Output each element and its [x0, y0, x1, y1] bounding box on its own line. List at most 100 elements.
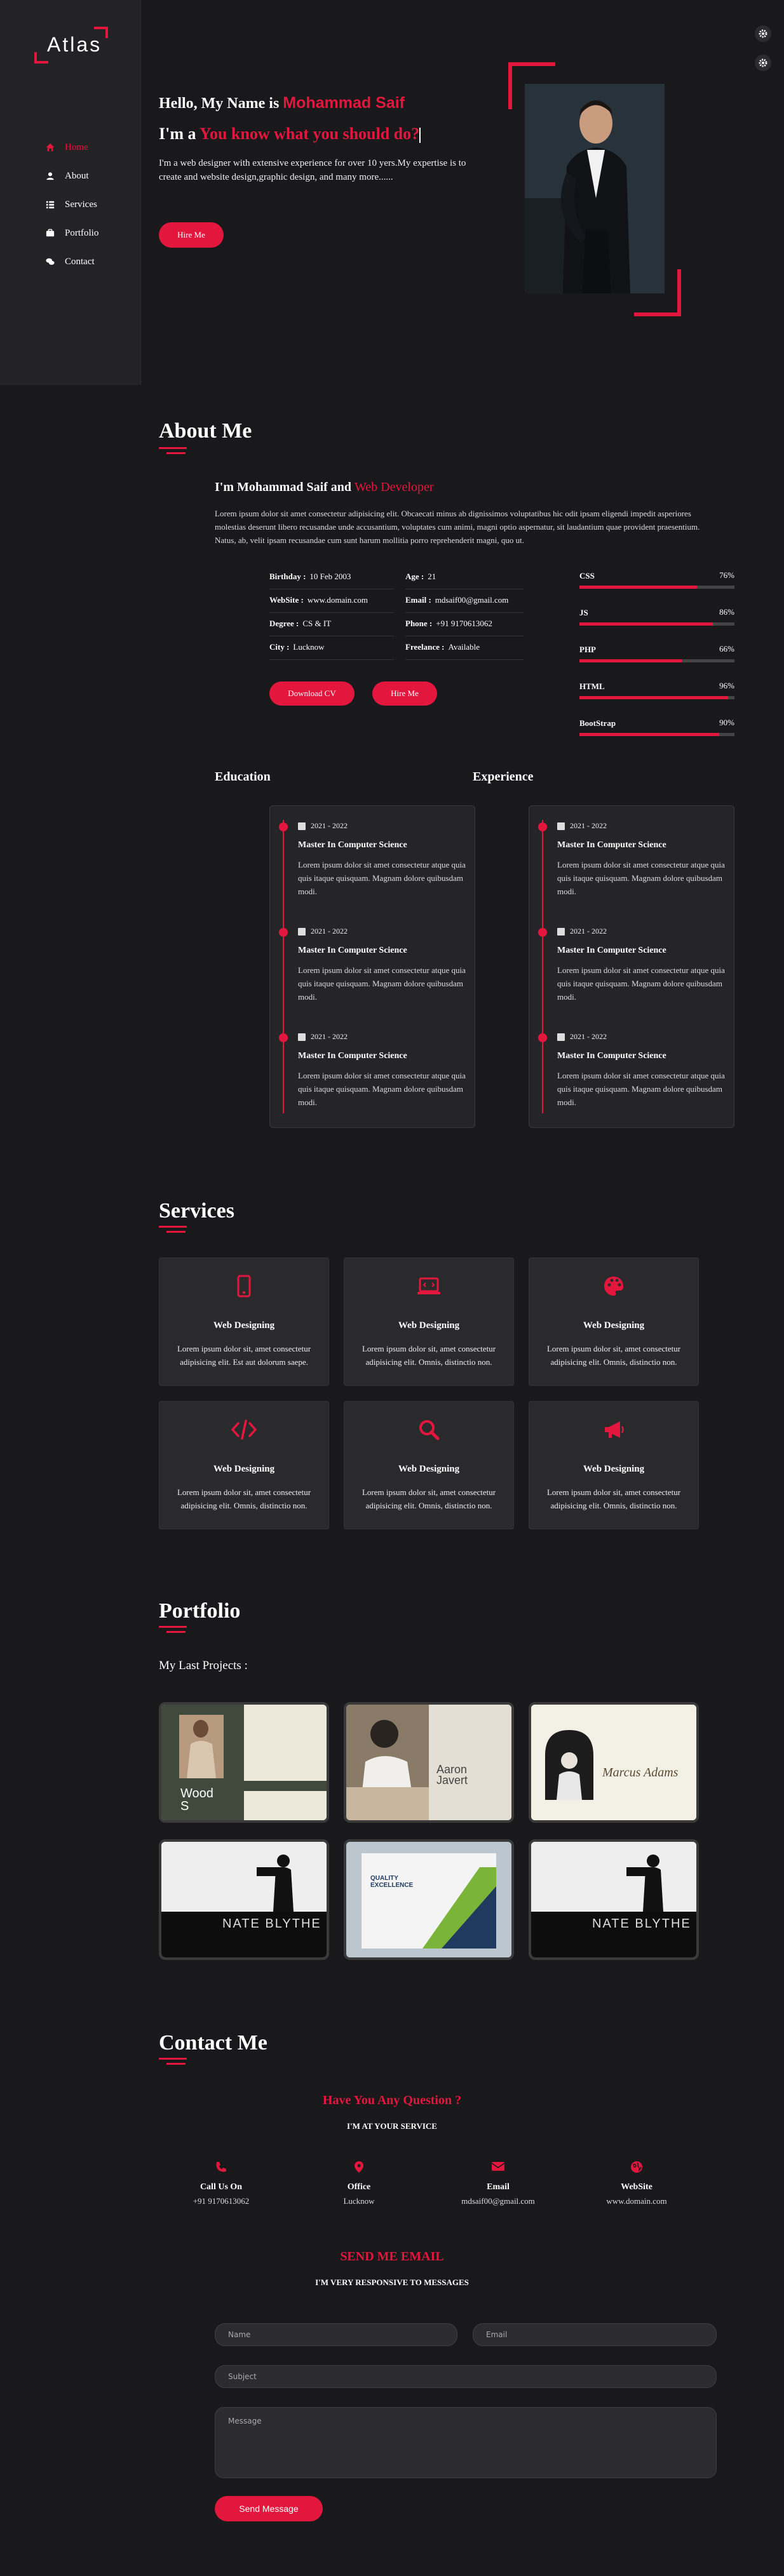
skill-bar-fill: [579, 586, 698, 589]
profile-photo: [525, 84, 665, 293]
skill-bar-fill: [579, 733, 719, 736]
timeline-date-text: 2021 - 2022: [570, 927, 607, 936]
briefcase-icon: [46, 229, 56, 239]
project-thumbnail: [531, 1842, 696, 1957]
about-hire-button[interactable]: Hire Me: [372, 681, 437, 706]
skill-bar: [579, 696, 734, 699]
service-card[interactable]: Web Designing Lorem ipsum dolor sit, ame…: [159, 1258, 329, 1386]
contact-service-line: I'M AT YOUR SERVICE: [347, 2121, 437, 2131]
nav-item-portfolio[interactable]: Portfolio: [46, 219, 98, 248]
timeline-title: Master In Computer Science: [557, 1051, 666, 1061]
timeline-title: Master In Computer Science: [557, 946, 666, 955]
subject-field[interactable]: Subject: [215, 2365, 717, 2388]
project-thumbnail: [346, 1705, 511, 1820]
home-icon: [46, 143, 56, 153]
portfolio-item[interactable]: Marcus Adams: [529, 1702, 699, 1823]
gear-icon: [759, 58, 767, 67]
megaphone-icon: [605, 1421, 624, 1438]
code-icon: [231, 1419, 257, 1440]
skill-css: CSS 76%: [579, 570, 734, 589]
portfolio-item[interactable]: Wood S: [159, 1702, 329, 1823]
hero-role: I'm a You know what you should do?: [159, 124, 421, 144]
hero-greeting: Hello, My Name is Mohammad Saif: [159, 94, 405, 112]
nav-item-services[interactable]: Services: [46, 191, 98, 219]
hero-hire-button[interactable]: Hire Me: [159, 222, 224, 248]
service-text: Lorem ipsum dolor sit, amet consectetur …: [546, 1344, 681, 1367]
service-card[interactable]: Web Designing Lorem ipsum dolor sit, ame…: [529, 1258, 699, 1386]
hero-description: I'm a web designer with extensive experi…: [159, 158, 466, 182]
nav-label: Contact: [65, 257, 95, 267]
email-field[interactable]: Email: [473, 2323, 717, 2346]
contact-item-value[interactable]: mdsaif00@gmail.com: [435, 2196, 562, 2206]
info-label: WebSite :: [269, 595, 304, 605]
service-text: Lorem ipsum dolor sit, amet consectetur …: [177, 1487, 311, 1510]
timeline-text: Lorem ipsum dolor sit amet consectetur a…: [298, 860, 466, 896]
service-card[interactable]: Web Designing Lorem ipsum dolor sit, ame…: [344, 1401, 514, 1529]
logo-corner-left: [34, 52, 48, 64]
info-city: City : Lucknow: [269, 637, 394, 660]
calendar-icon: [298, 822, 306, 830]
calendar-icon: [557, 822, 565, 830]
project-thumbnail: [531, 1705, 696, 1820]
nav-item-about[interactable]: About: [46, 162, 98, 191]
skill-php: PHP 66%: [579, 644, 734, 662]
education-timeline: 2021 - 2022 Master In Computer Science L…: [269, 805, 475, 1128]
globe-icon: [631, 2161, 642, 2173]
service-card[interactable]: Web Designing Lorem ipsum dolor sit, ame…: [344, 1258, 514, 1386]
laptop-code-icon: [417, 1277, 440, 1294]
about-heading-prefix: I'm Mohammad Saif and: [215, 480, 352, 494]
portfolio-item[interactable]: QUALITY EXCELLENCE: [344, 1839, 514, 1960]
service-title: Web Designing: [398, 1464, 460, 1474]
theme-settings-button[interactable]: [755, 25, 771, 42]
timeline-date: 2021 - 2022: [298, 927, 348, 936]
portfolio-title-underline-2: [166, 1631, 186, 1633]
portfolio-item[interactable]: NATE BLYTHE: [159, 1839, 329, 1960]
person-illustration: [525, 84, 665, 293]
send-email-title: SEND ME EMAIL: [340, 2250, 444, 2264]
timeline-text: Lorem ipsum dolor sit amet consectetur a…: [557, 965, 725, 1002]
calendar-icon: [557, 927, 565, 936]
service-text: Lorem ipsum dolor sit, amet consectetur …: [362, 1344, 496, 1367]
map-pin-icon: [355, 2161, 363, 2173]
info-label: Freelance :: [405, 642, 445, 652]
skill-bar-fill: [579, 622, 713, 626]
download-cv-button[interactable]: Download CV: [269, 681, 355, 706]
calendar-icon: [557, 1033, 565, 1041]
timeline-text: Lorem ipsum dolor sit amet consectetur a…: [557, 860, 725, 896]
skill-bar: [579, 733, 734, 736]
service-title: Web Designing: [213, 1464, 275, 1474]
contact-item-value[interactable]: www.domain.com: [573, 2196, 700, 2206]
timeline-date-text: 2021 - 2022: [311, 927, 348, 936]
contact-item-value: +91 9170613062: [193, 2196, 250, 2206]
message-field[interactable]: Message: [215, 2407, 717, 2478]
portfolio-item[interactable]: Aaron Javert: [344, 1702, 514, 1823]
style-switcher-button[interactable]: [755, 55, 771, 71]
timeline-date: 2021 - 2022: [557, 927, 607, 936]
service-card[interactable]: Web Designing Lorem ipsum dolor sit, ame…: [159, 1401, 329, 1529]
contact-title: Contact Me: [159, 2031, 267, 2055]
skill-html: HTML 96%: [579, 681, 734, 699]
phone-icon: [216, 2162, 226, 2172]
contact-title-underline: [159, 2058, 187, 2060]
name-field[interactable]: Name: [215, 2323, 457, 2346]
service-card[interactable]: Web Designing Lorem ipsum dolor sit, ame…: [529, 1401, 699, 1529]
timeline-text: Lorem ipsum dolor sit amet consectetur a…: [298, 1071, 466, 1107]
hero-role-highlight: You know what you should do?: [199, 124, 420, 143]
timeline-dot: [538, 1033, 547, 1042]
hero-hello-text: Hello, My Name is: [159, 95, 280, 112]
portfolio-item[interactable]: NATE BLYTHE: [529, 1839, 699, 1960]
nav-item-contact[interactable]: Contact: [46, 248, 98, 276]
service-text: Lorem ipsum dolor sit, amet consectetur …: [362, 1487, 496, 1510]
send-message-button[interactable]: Send Message: [215, 2496, 323, 2521]
envelope-icon: [491, 2162, 505, 2171]
timeline-dot: [279, 822, 288, 831]
logo[interactable]: Atlas: [34, 27, 108, 64]
timeline-title: Master In Computer Science: [557, 840, 666, 850]
timeline-title: Master In Computer Science: [298, 946, 407, 955]
info-label: Degree :: [269, 619, 299, 628]
contact-item-title: Email: [487, 2182, 510, 2192]
nav-item-home[interactable]: Home: [46, 133, 98, 162]
contact-item-title: Call Us On: [199, 2182, 243, 2192]
info-value: Lucknow: [293, 642, 325, 652]
calendar-icon: [298, 1033, 306, 1041]
